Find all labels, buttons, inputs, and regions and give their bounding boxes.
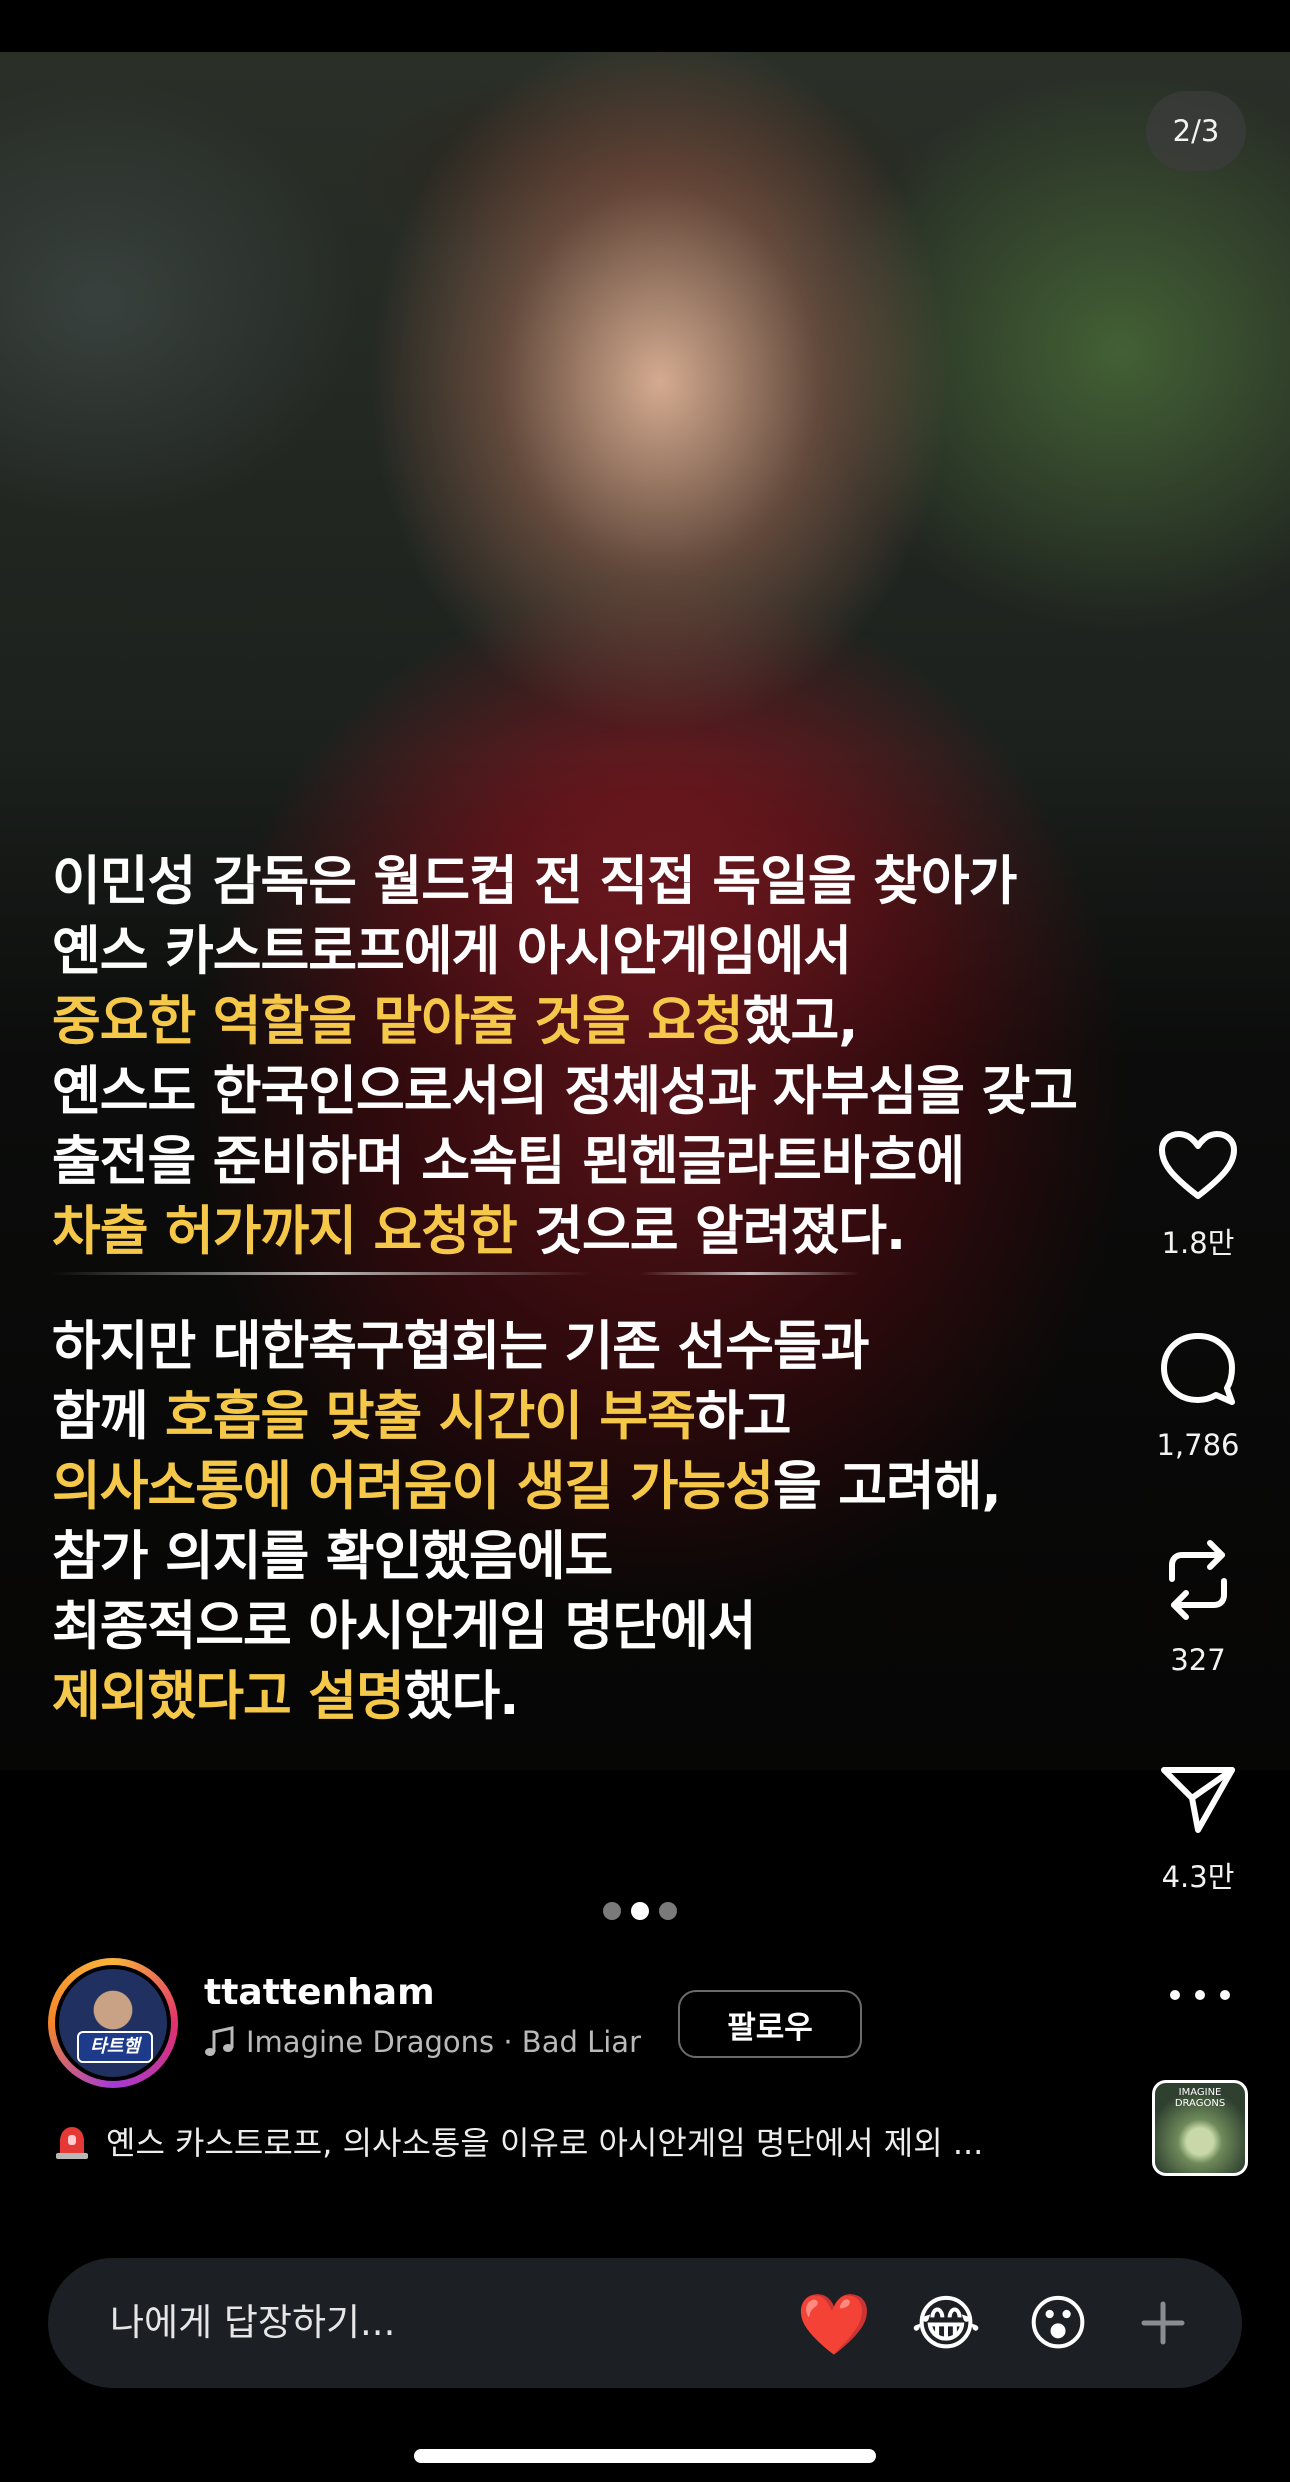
caption-text: 하고 xyxy=(694,1386,792,1447)
caption-text: 참가 의지를 확인했음에도 xyxy=(52,1526,613,1587)
caption-highlight: 의사소통에 어려움이 생길 가능성 xyxy=(52,1456,774,1517)
carousel-dot xyxy=(659,1902,677,1920)
caption-text: 옌스 카스트로프에게 아시안게임에서 xyxy=(52,921,852,982)
surprised-reaction-button[interactable]: 😮 xyxy=(1020,2286,1096,2362)
caption-text: 했다. xyxy=(403,1666,520,1727)
heart-icon[interactable] xyxy=(1158,1130,1238,1202)
music-info[interactable]: Imagine Dragons · Bad Liar xyxy=(204,2025,641,2059)
carousel-dot xyxy=(603,1902,621,1920)
caption-text: 이민성 감독은 월드컵 전 직접 독일을 찾아가 xyxy=(52,851,1017,912)
caption-block-2: 하지만 대한축구협회는 기존 선수들과 함께 호흡을 맞출 시간이 부족하고 의사소… xyxy=(52,1312,1152,1732)
follow-button[interactable]: 팔로우 xyxy=(678,1990,862,2058)
share-count: 4.3만 xyxy=(1161,1860,1235,1894)
carousel-dot-active xyxy=(631,1902,649,1920)
caption-line: 중요한 역할을 맡아줄 것을 요청했고, xyxy=(52,987,1152,1057)
post-description[interactable]: 옌스 카스트로프, 의사소통을 이유로 아시안게임 명단에서 제외 ... xyxy=(52,2118,983,2164)
caption-block-1: 이민성 감독은 월드컵 전 직접 독일을 찾아가옌스 카스트로프에게 아시안게임… xyxy=(52,847,1152,1267)
caption-line: 출전을 준비하며 소속팀 묀헨글라트바흐에 xyxy=(52,1127,1152,1197)
repost-count: 327 xyxy=(1170,1643,1226,1677)
caption-divider-right xyxy=(640,1272,860,1275)
repost-action[interactable]: 327 xyxy=(1150,1535,1246,1677)
avatar-badge: 타트햄 xyxy=(77,2031,153,2063)
caption-line: 최종적으로 아시안게임 명단에서 xyxy=(52,1592,1152,1662)
send-icon[interactable] xyxy=(1158,1762,1238,1836)
description-text: 옌스 카스트로프, 의사소통을 이유로 아시안게임 명단에서 제외 ... xyxy=(106,2124,984,2162)
laugh-reaction-button[interactable]: 😂 xyxy=(908,2286,984,2362)
caption-highlight: 제외했다고 설명 xyxy=(52,1666,405,1727)
caption-line: 옌스 카스트로프에게 아시안게임에서 xyxy=(52,917,1152,987)
caption-divider-left xyxy=(52,1272,592,1275)
comment-icon[interactable] xyxy=(1158,1330,1238,1410)
status-bar xyxy=(0,0,1290,52)
comment-count: 1,786 xyxy=(1156,1428,1240,1462)
caption-text: 출전을 준비하며 소속팀 묀헨글라트바흐에 xyxy=(52,1131,965,1192)
avatar[interactable]: 타트햄 xyxy=(48,1958,178,2088)
plus-icon xyxy=(1141,2301,1185,2345)
caption-line: 옌스도 한국인으로서의 정체성과 자부심을 갖고 xyxy=(52,1057,1152,1127)
caption-line: 하지만 대한축구협회는 기존 선수들과 xyxy=(52,1312,1152,1382)
music-label: Imagine Dragons · Bad Liar xyxy=(246,2025,641,2059)
like-action[interactable]: 1.8만 xyxy=(1150,1130,1246,1262)
heart-reaction-button[interactable]: ❤️ xyxy=(796,2286,872,2362)
username[interactable]: ttattenham xyxy=(204,1972,435,2013)
home-indicator xyxy=(414,2449,876,2463)
caption-line: 함께 호흡을 맞출 시간이 부족하고 xyxy=(52,1382,1152,1452)
repost-icon[interactable] xyxy=(1158,1535,1238,1625)
comment-action[interactable]: 1,786 xyxy=(1150,1330,1246,1462)
caption-text: 것으로 알려졌다. xyxy=(516,1201,906,1262)
caption-highlight: 호흡을 맞출 시간이 부족 xyxy=(164,1386,696,1447)
caption-text: 했고, xyxy=(742,991,859,1052)
album-label: IMAGINE DRAGONS xyxy=(1174,2087,1226,2109)
caption-line: 의사소통에 어려움이 생길 가능성을 고려해, xyxy=(52,1452,1152,1522)
caption-line: 참가 의지를 확인했음에도 xyxy=(52,1522,1152,1592)
caption-highlight: 차출 허가까지 요청한 xyxy=(52,1201,518,1262)
caption-text: 옌스도 한국인으로서의 정체성과 자부심을 갖고 xyxy=(52,1061,1078,1122)
caption-text: 최종적으로 아시안게임 명단에서 xyxy=(52,1596,757,1657)
caption-text: 하지만 대한축구협회는 기존 선수들과 xyxy=(52,1316,870,1377)
caption-text: 을 고려해, xyxy=(773,1456,1002,1517)
caption-line: 제외했다고 설명했다. xyxy=(52,1662,1152,1732)
caption-line: 차출 허가까지 요청한 것으로 알려졌다. xyxy=(52,1197,1152,1267)
album-art[interactable]: IMAGINE DRAGONS xyxy=(1152,2080,1248,2176)
avatar-image: 타트햄 xyxy=(59,1969,167,2077)
carousel-indicator xyxy=(603,1902,677,1920)
more-options-icon[interactable] xyxy=(1170,1975,1230,2015)
caption-text: 함께 xyxy=(52,1386,165,1447)
caption-highlight: 중요한 역할을 맡아줄 것을 요청 xyxy=(52,991,744,1052)
siren-icon xyxy=(56,2127,88,2159)
add-reaction-button[interactable] xyxy=(1128,2288,1198,2358)
reply-input[interactable]: 나에게 답장하기... xyxy=(110,2258,395,2388)
page-counter: 2/3 xyxy=(1146,91,1246,171)
reply-bar[interactable]: 나에게 답장하기... ❤️ 😂 😮 xyxy=(48,2258,1242,2388)
music-note-icon xyxy=(205,2026,234,2056)
share-action[interactable]: 4.3만 xyxy=(1150,1762,1246,1896)
like-count: 1.8만 xyxy=(1161,1226,1235,1260)
caption-line: 이민성 감독은 월드컵 전 직접 독일을 찾아가 xyxy=(52,847,1152,917)
